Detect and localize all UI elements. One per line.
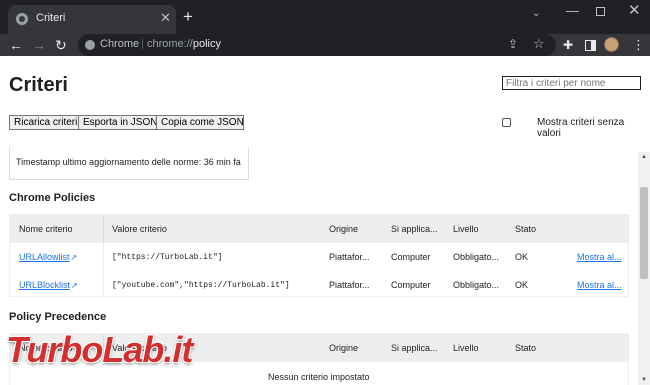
tab-close-icon[interactable]: ✕ xyxy=(160,10,171,26)
header-source: Origine xyxy=(329,343,359,353)
show-more-link[interactable]: Mostra al... xyxy=(577,280,622,290)
browser-toolbar: ← → ↻ Chrome | chrome://policy ⇪ ☆ ✚ ⋮ xyxy=(0,34,650,56)
policy-status: OK xyxy=(515,280,529,290)
header-status: Stato xyxy=(515,224,537,234)
header-divider xyxy=(103,215,104,243)
table-header: Nome criterio Valore criterio Origine Si… xyxy=(10,215,628,243)
scroll-down-arrow-icon[interactable]: ▼ xyxy=(641,377,647,383)
header-applies: Si applica... xyxy=(391,343,438,353)
policy-level: Obbligato... xyxy=(453,280,500,290)
bookmark-star-icon[interactable]: ☆ xyxy=(533,36,545,52)
policy-applies-to: Computer xyxy=(391,280,431,290)
header-source: Origine xyxy=(329,224,359,234)
maximize-icon[interactable] xyxy=(596,7,605,16)
url-path: policy xyxy=(192,38,221,50)
show-more-link[interactable]: Mostra al... xyxy=(577,252,622,262)
timestamp-text: Timestamp ultimo aggiornamento delle nor… xyxy=(16,157,241,167)
header-value: Valore criterio xyxy=(112,224,167,234)
reload-icon[interactable]: ↻ xyxy=(55,36,67,54)
back-arrow-icon[interactable]: ← xyxy=(9,36,23,54)
policy-name[interactable]: URLAllowlist xyxy=(19,252,70,262)
profile-avatar[interactable] xyxy=(604,37,619,52)
policy-precedence-heading: Policy Precedence xyxy=(9,311,107,323)
header-status: Stato xyxy=(515,343,537,353)
policy-source: Piattafor... xyxy=(329,280,370,290)
show-unset-policies-checkbox[interactable] xyxy=(502,118,511,127)
more-menu-icon[interactable]: ⋮ xyxy=(632,37,645,53)
turbolab-watermark-logo: TurboLab.it xyxy=(6,329,193,371)
header-applies: Si applica... xyxy=(391,224,438,234)
tab-title: Criteri xyxy=(36,12,66,24)
page-title: Criteri xyxy=(9,74,68,96)
policy-status: OK xyxy=(515,252,529,262)
omnibox-chrome-label: Chrome xyxy=(100,38,140,50)
policy-level: Obbligato... xyxy=(453,252,500,262)
policy-applies-to: Computer xyxy=(391,252,431,262)
minimize-icon[interactable]: — xyxy=(566,3,579,19)
header-level: Livello xyxy=(453,224,479,234)
tab-strip: Criteri ✕ + ⌄ — ✕ xyxy=(0,0,650,34)
status-box: Timestamp ultimo aggiornamento delle nor… xyxy=(9,147,249,180)
side-panel-icon[interactable] xyxy=(585,40,596,51)
scroll-up-arrow-icon[interactable]: ▲ xyxy=(641,154,647,160)
show-unset-policies-label: Mostra criteri senza valori xyxy=(537,117,625,139)
chrome-policies-heading: Chrome Policies xyxy=(9,192,96,204)
omnibox-url[interactable]: chrome://policy xyxy=(147,38,221,50)
policy-filter-input[interactable] xyxy=(502,76,641,90)
watermark-lab: Lab.it xyxy=(102,329,193,370)
extensions-puzzle-icon[interactable]: ✚ xyxy=(563,37,573,53)
column-divider xyxy=(103,243,104,298)
chrome-policies-table: Nome criterio Valore criterio Origine Si… xyxy=(9,214,629,298)
url-scheme: chrome:// xyxy=(147,38,193,50)
tab-search-chevron-icon[interactable]: ⌄ xyxy=(532,6,540,22)
reload-policies-button[interactable]: Ricarica criteri xyxy=(9,115,79,130)
header-level: Livello xyxy=(453,343,479,353)
window-close-icon[interactable]: ✕ xyxy=(628,3,641,19)
watermark-turbo: Turbo xyxy=(6,329,103,370)
new-tab-icon[interactable]: + xyxy=(183,8,193,26)
policy-value: ["youtube.com","https://TurboLab.it"] xyxy=(112,281,290,290)
copy-json-button[interactable]: Copia come JSON xyxy=(156,115,244,130)
empty-table-message: Nessun criterio impostato xyxy=(268,372,370,382)
omnibox-separator: | xyxy=(141,38,144,50)
external-link-icon: ↗ xyxy=(71,281,78,290)
chrome-favicon-icon xyxy=(16,13,28,25)
address-bar[interactable]: Chrome | chrome://policy ⇪ ☆ xyxy=(78,34,556,56)
export-json-button[interactable]: Esporta in JSON xyxy=(78,115,157,130)
page-scrollbar[interactable]: ▲ ▼ xyxy=(638,152,650,385)
policy-link-urlblocklist[interactable]: URLBlocklist↗ xyxy=(19,280,78,290)
external-link-icon: ↗ xyxy=(70,253,78,262)
header-name: Nome criterio xyxy=(19,224,73,234)
scrollbar-thumb[interactable] xyxy=(640,187,648,279)
forward-arrow-icon[interactable]: → xyxy=(32,36,46,54)
policy-name[interactable]: URLBlocklist xyxy=(19,280,70,290)
browser-tab[interactable]: Criteri ✕ xyxy=(8,5,176,34)
policy-link-urlallowlist[interactable]: URLAllowlist↗ xyxy=(19,252,77,262)
share-icon[interactable]: ⇪ xyxy=(508,37,518,51)
chrome-site-icon xyxy=(85,40,95,50)
policy-value: ["https://TurboLab.it"] xyxy=(112,253,223,262)
policy-source: Piattafor... xyxy=(329,252,370,262)
